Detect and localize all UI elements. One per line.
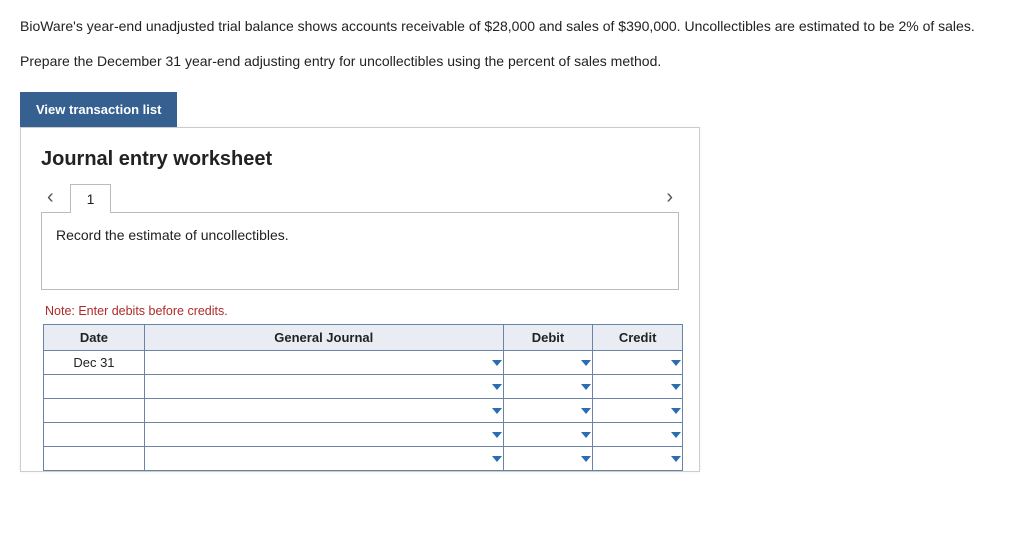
dropdown-caret-icon	[671, 408, 681, 414]
table-row	[44, 447, 683, 471]
note-text: Note: Enter debits before credits.	[45, 304, 679, 318]
credit-cell[interactable]	[593, 423, 683, 447]
dropdown-caret-icon	[671, 360, 681, 366]
journal-entry-worksheet-panel: Journal entry worksheet ‹ 1 › Record the…	[20, 127, 700, 472]
chevron-right-icon[interactable]: ›	[660, 186, 679, 209]
journal-entry-table: Date General Journal Debit Credit Dec 31	[43, 324, 683, 471]
dropdown-caret-icon	[581, 408, 591, 414]
debit-cell[interactable]	[503, 375, 593, 399]
instruction-box: Record the estimate of uncollectibles.	[41, 212, 679, 290]
dropdown-caret-icon	[581, 384, 591, 390]
dropdown-caret-icon	[581, 456, 591, 462]
table-row	[44, 399, 683, 423]
dropdown-caret-icon	[671, 432, 681, 438]
problem-paragraph-2: Prepare the December 31 year-end adjusti…	[20, 51, 1004, 72]
general-journal-cell[interactable]	[144, 447, 503, 471]
table-row	[44, 375, 683, 399]
chevron-left-icon[interactable]: ‹	[41, 186, 60, 209]
date-cell[interactable]	[44, 447, 145, 471]
worksheet-title: Journal entry worksheet	[41, 148, 679, 171]
date-cell[interactable]	[44, 423, 145, 447]
tab-entry-1[interactable]: 1	[70, 184, 112, 213]
dropdown-caret-icon	[492, 456, 502, 462]
problem-statement: BioWare's year-end unadjusted trial bala…	[20, 16, 1004, 72]
debit-cell[interactable]	[503, 351, 593, 375]
view-transaction-list-button[interactable]: View transaction list	[20, 92, 177, 127]
dropdown-caret-icon	[581, 432, 591, 438]
dropdown-caret-icon	[492, 384, 502, 390]
dropdown-caret-icon	[492, 360, 502, 366]
debit-cell[interactable]	[503, 399, 593, 423]
credit-cell[interactable]	[593, 399, 683, 423]
dropdown-caret-icon	[671, 456, 681, 462]
table-row	[44, 423, 683, 447]
general-journal-cell[interactable]	[144, 423, 503, 447]
dropdown-caret-icon	[492, 432, 502, 438]
credit-cell[interactable]	[593, 447, 683, 471]
problem-paragraph-1: BioWare's year-end unadjusted trial bala…	[20, 16, 1004, 37]
instruction-text: Record the estimate of uncollectibles.	[56, 227, 289, 243]
dropdown-caret-icon	[671, 384, 681, 390]
header-date: Date	[44, 325, 145, 351]
tab-row: ‹ 1 ›	[41, 183, 679, 212]
table-row: Dec 31	[44, 351, 683, 375]
dropdown-caret-icon	[492, 408, 502, 414]
general-journal-cell[interactable]	[144, 375, 503, 399]
header-general-journal: General Journal	[144, 325, 503, 351]
credit-cell[interactable]	[593, 351, 683, 375]
date-cell[interactable]	[44, 375, 145, 399]
general-journal-cell[interactable]	[144, 399, 503, 423]
debit-cell[interactable]	[503, 447, 593, 471]
header-credit: Credit	[593, 325, 683, 351]
date-cell[interactable]	[44, 399, 145, 423]
general-journal-cell[interactable]	[144, 351, 503, 375]
dropdown-caret-icon	[581, 360, 591, 366]
header-debit: Debit	[503, 325, 593, 351]
debit-cell[interactable]	[503, 423, 593, 447]
credit-cell[interactable]	[593, 375, 683, 399]
date-cell[interactable]: Dec 31	[44, 351, 145, 375]
